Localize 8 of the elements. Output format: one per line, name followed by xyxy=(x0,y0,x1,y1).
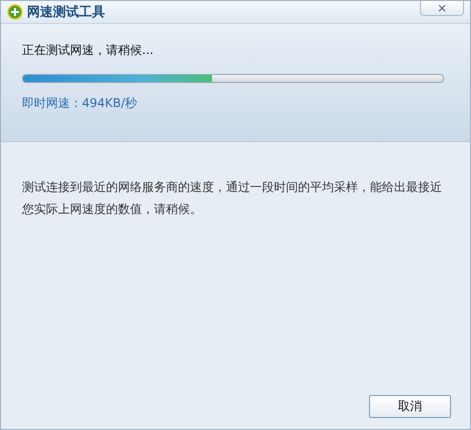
speed-value: 494KB/秒 xyxy=(82,96,138,110)
cancel-button[interactable]: 取消 xyxy=(369,395,451,418)
description-text: 测试连接到最近的网络服务商的速度，通过一段时间的平均采样，能给出最接近您实际上网速度的数值，请稍候。 xyxy=(21,179,443,218)
plus-icon xyxy=(7,4,23,20)
close-button[interactable]: × xyxy=(420,1,464,16)
window-title: 网速测试工具 xyxy=(27,4,105,21)
speed-label: 即时网速： xyxy=(22,96,82,110)
status-message: 正在测试网速，请稍候... xyxy=(22,42,154,59)
